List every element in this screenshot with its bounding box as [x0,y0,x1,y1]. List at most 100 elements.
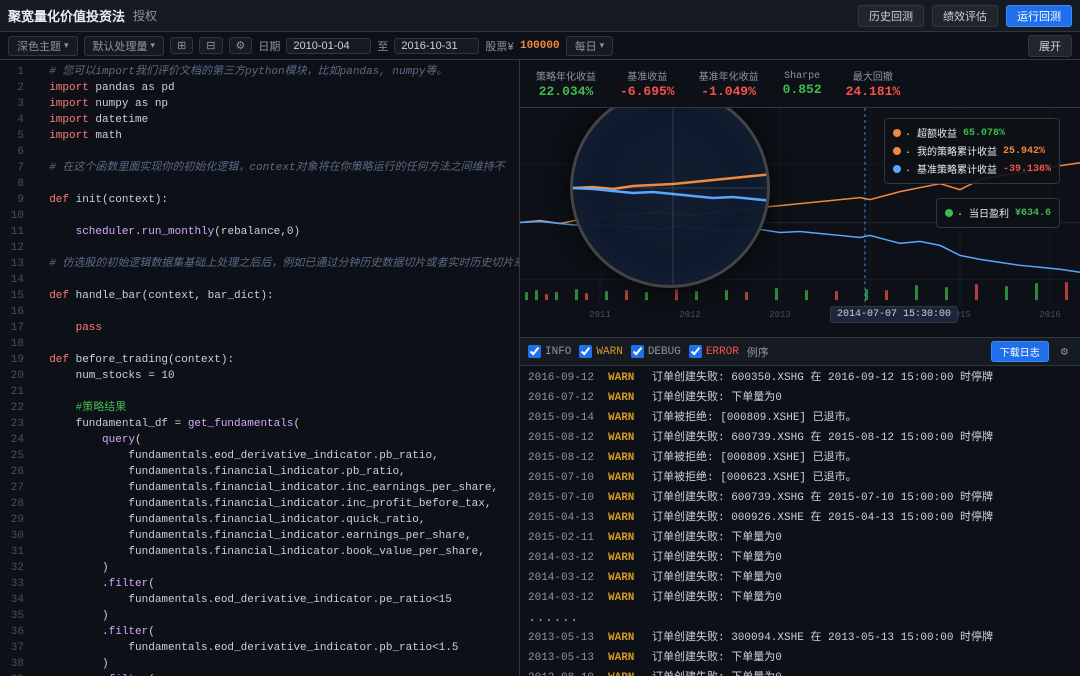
theme-dropdown[interactable]: 深色主题 [8,36,78,56]
log-row-level: WARN [608,649,644,667]
code-line-23: fundamental_df = get_fundamentals( [36,416,519,432]
stat-benchmark-annual-value: -1.049% [701,84,756,99]
code-line-35: ) [36,608,519,624]
svg-text:2013: 2013 [769,310,791,320]
log-row: 2014-03-12WARN订单创建失败: 下单量为0 [520,568,1080,588]
review-button[interactable]: 绩效评估 [932,5,998,27]
chart-svg: 2011 2012 2013 2014 2015 2016 [520,108,1080,337]
app-subtitle: 授权 [133,7,157,24]
log-row-msg: 订单被拒绝: [000623.XSHE] 已退市。 [652,469,1072,487]
filter-debug-label: DEBUG [648,346,681,358]
code-content[interactable]: 1234567891011121314151617181920212223242… [0,60,519,676]
log-filter-debug: DEBUG [631,345,681,358]
code-line-14 [36,272,519,288]
filter-info-checkbox[interactable] [528,345,541,358]
log-row-msg: 订单被拒绝: [000809.XSHE] 已退市。 [652,449,1072,467]
log-row-date: 2016-09-12 [528,369,600,387]
run-button[interactable]: 运行回测 [1006,5,1072,27]
icon-btn-1[interactable]: ⊞ [170,37,193,54]
main-layout: 1234567891011121314151617181920212223242… [0,60,1080,676]
log-row-level: WARN [608,469,644,487]
code-line-27: fundamentals.financial_indicator.inc_ear… [36,480,519,496]
log-row: 2016-07-12WARN订单创建失败: 下单量为0 [520,388,1080,408]
log-row-msg: 订单被拒绝: [000809.XSHE] 已退市。 [652,409,1072,427]
icon-btn-3[interactable]: ⚙ [229,37,253,54]
log-row-date: 2015-07-10 [528,469,600,487]
code-line-16 [36,304,519,320]
log-row-msg: 订单创建失败: 600350.XSHG 在 2016-09-12 15:00:0… [652,369,1072,387]
log-row-date: 2015-09-14 [528,409,600,427]
speed-dropdown[interactable]: 默认处理量 [84,36,165,56]
chart-area[interactable]: 2011 2012 2013 2014 2015 2016 [520,108,1080,338]
date-from-input[interactable] [286,38,371,54]
stat-benchmark-annual: 基准年化收益 -1.049% [699,68,759,99]
svg-text:2016: 2016 [1039,310,1061,320]
log-row-date: 2015-02-11 [528,529,600,547]
freq-dropdown[interactable]: 每日 [566,36,614,56]
code-line-13: # 仿选股的初始逻辑数据集基础上处理之后后，例如已通过分钟历史数据切片或者实时历… [36,256,519,272]
log-row-date: 2015-08-12 [528,449,600,467]
code-line-8 [36,176,519,192]
code-line-36: .filter( [36,624,519,640]
log-panel: INFO WARN DEBUG ERROR 例序 下载日志 [520,338,1080,676]
log-row: 2015-08-12WARN订单被拒绝: [000809.XSHE] 已退市。 [520,448,1080,468]
log-filter-error: ERROR [689,345,739,358]
code-line-19: def before_trading(context): [36,352,519,368]
stat-annual-return: 策略年化收益 22.034% [536,68,596,99]
code-line-3: import numpy as np [36,96,519,112]
code-lines[interactable]: # 您可以import我们评价文档的第三方python模块，比如pandas, … [30,60,519,676]
log-row: 2013-05-13WARN订单创建失败: 300094.XSHE 在 2013… [520,628,1080,648]
history-button[interactable]: 历史回测 [858,5,924,27]
log-row-level: WARN [608,549,644,567]
log-row-date: 2015-07-10 [528,489,600,507]
log-content[interactable]: 2016-09-12 WARN 订单创建失败: 600350.XSHG 在 2016… [520,366,1080,676]
code-line-10 [36,208,519,224]
stat-max-drawdown-value: 24.181% [846,84,901,99]
log-toolbar: INFO WARN DEBUG ERROR 例序 下载日志 [520,338,1080,366]
log-row-date: 2014-03-12 [528,549,600,567]
log-row-msg: 订单创建失败: 下单量为0 [652,569,1072,587]
log-settings-icon[interactable]: ⚙ [1057,344,1072,359]
stat-max-drawdown-label: 最大回撤 [853,68,893,84]
code-line-24: query( [36,432,519,448]
icon-btn-2[interactable]: ⊟ [199,37,222,54]
filter-debug-checkbox[interactable] [631,345,644,358]
top-bar: 聚宽量化价值投资法 授权 历史回测 绩效评估 运行回测 [0,0,1080,32]
log-row-msg: 订单创建失败: 下单量为0 [652,649,1072,667]
expand-button[interactable]: 展开 [1028,35,1072,57]
log-row-date: 2016-07-12 [528,389,600,407]
code-line-31: fundamentals.financial_indicator.book_va… [36,544,519,560]
log-row-level: WARN [608,409,644,427]
filter-example-label: 例序 [747,344,769,360]
code-line-22: #策略结果 [36,400,519,416]
stat-benchmark-return: 基准收益 -6.695% [620,68,675,99]
code-line-9: def init(context): [36,192,519,208]
download-log-button[interactable]: 下载日志 [991,341,1049,362]
log-row-msg: 订单创建失败: 下单量为0 [652,589,1072,607]
stat-benchmark-return-label: 基准收益 [627,68,667,84]
log-row: 2015-09-14 WARN 订单被拒绝: [000809.XSHE] 已退市。 [520,408,1080,428]
log-filter-info: INFO [528,345,571,358]
log-row-msg: 订单创建失败: 600739.XSHG 在 2015-07-10 15:00:0… [652,489,1072,507]
code-line-37: fundamentals.eod_derivative_indicator.pb… [36,640,519,656]
code-line-34: fundamentals.eod_derivative_indicator.pe… [36,592,519,608]
date-to-input[interactable] [394,38,479,54]
log-row-date: 2015-04-13 [528,509,600,527]
filter-warn-checkbox[interactable] [579,345,592,358]
stat-sharpe-value: 0.852 [783,82,822,97]
log-row: 2013-05-13WARN订单创建失败: 下单量为0 [520,648,1080,668]
log-row-date: 2015-08-12 [528,429,600,447]
capital-label: 股票¥ [485,38,514,54]
filter-error-checkbox[interactable] [689,345,702,358]
stat-annual-return-label: 策略年化收益 [536,68,596,84]
stats-bar: 策略年化收益 22.034% 基准收益 -6.695% 基准年化收益 -1.04… [520,60,1080,108]
log-row-msg: 订单创建失败: 000926.XSHE 在 2015-04-13 15:00:0… [652,509,1072,527]
code-line-20: num_stocks = 10 [36,368,519,384]
log-row-level: WARN [608,489,644,507]
date-from-label: 日期 [258,38,280,54]
code-line-38: ) [36,656,519,672]
log-row: 2015-02-11WARN订单创建失败: 下单量为0 [520,528,1080,548]
log-row: 2014-03-12WARN订单创建失败: 下单量为0 [520,548,1080,568]
svg-text:2015: 2015 [949,310,971,320]
log-row: 2015-04-13WARN订单创建失败: 000926.XSHE 在 2015… [520,508,1080,528]
